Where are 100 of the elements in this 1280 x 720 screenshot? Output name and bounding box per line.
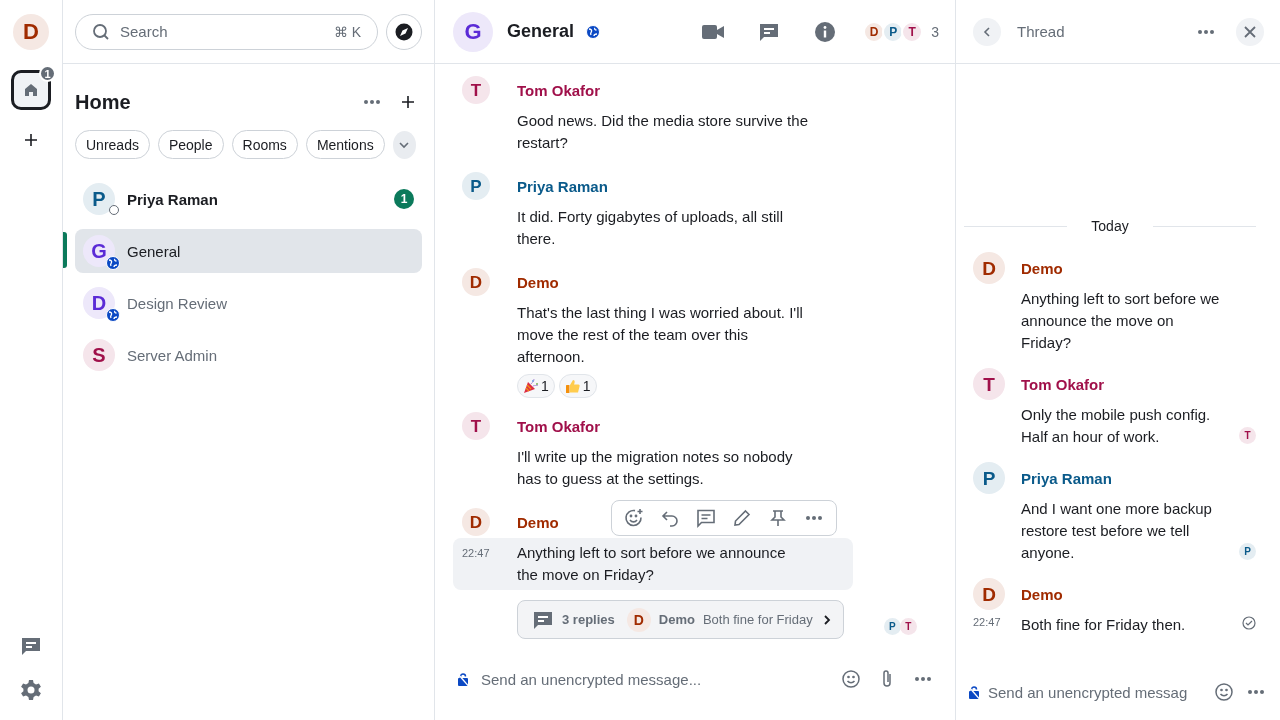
pin-icon xyxy=(769,509,787,527)
panel-title: Thread xyxy=(1017,23,1066,40)
keyboard-shortcut: ⌘ K xyxy=(333,23,361,40)
message-text: I'll write up the migration notes so nobody has to guess at the settings. xyxy=(517,447,794,489)
emoji-button[interactable] xyxy=(839,667,863,691)
party-popper-icon xyxy=(523,378,539,394)
sender-name[interactable]: Priya Raman xyxy=(1021,469,1112,487)
globe-icon xyxy=(106,256,120,270)
read-receipt-avatar: P xyxy=(883,618,901,635)
message-text: That's the last thing I was worried about. I'll move the rest of the team over this afternoon. xyxy=(517,303,804,367)
reply-icon xyxy=(661,509,679,527)
message-text: Both fine for Friday then. xyxy=(1021,615,1187,635)
sender-name[interactable]: Tom Okafor xyxy=(1021,375,1105,393)
avatar: T xyxy=(462,76,490,104)
more-icon xyxy=(805,515,823,521)
plus-icon xyxy=(400,94,416,110)
avatar: P xyxy=(462,172,490,200)
thread-icon xyxy=(696,508,716,528)
avatar: S xyxy=(83,339,115,371)
avatar: D xyxy=(462,268,490,296)
avatar: T xyxy=(462,412,490,440)
sender-name[interactable]: Demo xyxy=(1021,585,1063,603)
timestamp: 22:47 xyxy=(462,547,490,559)
settings-icon xyxy=(20,679,42,701)
more-icon xyxy=(1247,689,1265,695)
sender-name[interactable]: Demo xyxy=(517,513,559,531)
compass-icon xyxy=(395,22,413,41)
search-icon xyxy=(92,22,110,41)
room-name: Priya Raman xyxy=(127,190,219,208)
member-avatar: P xyxy=(882,20,905,43)
avatar: T xyxy=(973,368,1005,400)
member-avatar: T xyxy=(901,20,924,43)
message-text: It did. Forty gigabytes of uploads, all still there. xyxy=(517,207,784,249)
room-item[interactable]: S Server Admin xyxy=(75,333,422,377)
read-receipt-avatar: T xyxy=(899,618,917,635)
unread-badge: 1 xyxy=(39,65,56,82)
search-placeholder: Search xyxy=(120,23,169,40)
avatar: P xyxy=(973,462,1005,494)
section-title: Home xyxy=(75,90,132,114)
sender-name[interactable]: Tom Okafor xyxy=(517,81,601,99)
message-text: Good news. Did the media store survive the restart? xyxy=(517,111,809,153)
sender-name[interactable]: Tom Okafor xyxy=(517,417,601,435)
message-input[interactable]: Send an unencrypted message... xyxy=(481,670,827,688)
message-text: Anything left to sort before we announce the move on Friday? xyxy=(517,543,787,585)
more-icon xyxy=(1197,28,1215,35)
emoji-icon xyxy=(841,669,861,689)
avatar: D xyxy=(462,508,490,536)
room-title: General xyxy=(507,21,575,42)
message-text: Anything left to sort before we announce the move on Friday? xyxy=(1021,289,1221,353)
attachment-icon xyxy=(880,669,894,689)
globe-icon xyxy=(106,308,120,322)
thumbs-up-icon xyxy=(564,378,581,394)
avatar: G xyxy=(453,11,493,52)
add-reaction-icon xyxy=(624,508,644,528)
timestamp: 22:47 xyxy=(973,616,1001,628)
avatar: P xyxy=(83,183,115,215)
avatar: D xyxy=(83,287,115,319)
unread-count: 1 xyxy=(394,189,414,209)
emoji-icon xyxy=(1214,682,1234,702)
sent-check-icon xyxy=(1242,616,1256,630)
home-icon xyxy=(23,82,39,98)
info-icon xyxy=(814,20,837,43)
avatar: D xyxy=(626,607,651,632)
message-text: Only the mobile push config. Half an hour of work. xyxy=(1021,405,1212,447)
room-item[interactable]: P Priya Raman 1 xyxy=(75,177,422,221)
more-icon xyxy=(914,676,932,682)
avatar: D xyxy=(973,578,1005,610)
read-receipt-avatar: P xyxy=(1239,543,1256,560)
close-button[interactable] xyxy=(1236,17,1264,46)
more-filters-button[interactable] xyxy=(392,130,416,159)
avatar: D xyxy=(973,252,1005,284)
emoji-button[interactable] xyxy=(1212,680,1236,704)
close-icon xyxy=(1243,24,1257,39)
member-avatar: D xyxy=(863,20,886,43)
sender-name[interactable]: Demo xyxy=(517,273,559,291)
thread-summary[interactable]: 3 replies D Demo Both fine for Friday xyxy=(517,600,844,639)
room-name: Server Admin xyxy=(127,346,219,364)
more-icon xyxy=(363,99,381,105)
sender-name[interactable]: Demo xyxy=(1021,259,1063,277)
back-icon xyxy=(981,25,993,38)
avatar: G xyxy=(83,235,115,267)
date-separator: Today xyxy=(1091,218,1129,234)
presence-icon xyxy=(109,205,119,215)
read-receipt-avatar: T xyxy=(1239,427,1256,444)
message-input[interactable]: Send an unencrypted messag xyxy=(988,683,1204,701)
reaction-button[interactable]: 1 xyxy=(517,374,555,398)
room-name: Design Review xyxy=(127,294,229,312)
plus-icon xyxy=(23,132,39,148)
avatar: D xyxy=(13,14,49,50)
sender-name[interactable]: Priya Raman xyxy=(517,177,608,195)
room-name: General xyxy=(127,242,182,260)
chat-icon xyxy=(20,635,42,657)
room-item[interactable]: D Design Review xyxy=(75,281,422,325)
unlocked-lock-icon xyxy=(457,672,469,686)
reaction-button[interactable]: 1 xyxy=(558,374,597,398)
message-text: And I want one more backup restore test before we tell anyone. xyxy=(1021,499,1213,563)
selection-indicator xyxy=(63,232,67,268)
edit-icon xyxy=(733,509,751,527)
unlocked-lock-icon xyxy=(968,685,980,699)
member-count[interactable]: 3 xyxy=(931,23,939,40)
